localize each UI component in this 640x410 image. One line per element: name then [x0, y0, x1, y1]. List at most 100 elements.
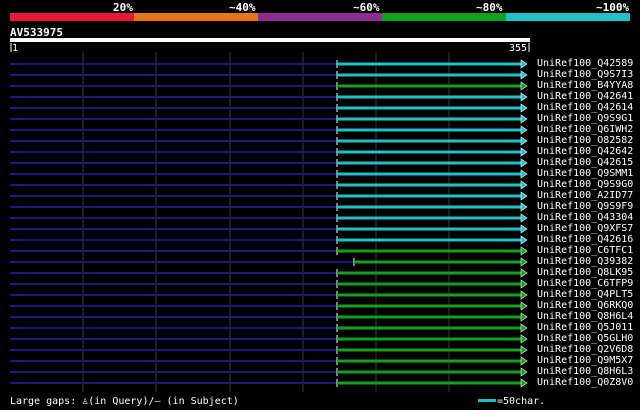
- hit-label[interactable]: UniRef100_Q43304: [537, 212, 633, 223]
- hit-label[interactable]: UniRef100_Q9M5X7: [537, 355, 633, 366]
- hit-arrow: [520, 191, 528, 201]
- hit-arrow: [520, 323, 528, 333]
- hit-label[interactable]: UniRef100_Q6RKQ0: [537, 300, 633, 311]
- hit-arrow: [520, 213, 528, 223]
- hit-arrow: [520, 180, 528, 190]
- hit-bar: [337, 370, 521, 374]
- query-bar: [10, 38, 530, 42]
- legend-swatch-3: [258, 13, 382, 21]
- query-end-tick: 355: [509, 43, 528, 54]
- hit-label[interactable]: UniRef100_Q5J011: [537, 322, 633, 333]
- hit-bar: [337, 128, 521, 132]
- hit-label[interactable]: UniRef100_Q9S9G0: [537, 179, 633, 190]
- legend-swatch-2: [134, 13, 258, 21]
- hit-bar: [337, 161, 521, 165]
- legend-swatch-5: [506, 13, 630, 21]
- hit-arrow: [520, 158, 528, 168]
- hit-arrow: [520, 268, 528, 278]
- hit-label[interactable]: UniRef100_Q0Z8V0: [537, 377, 633, 388]
- hit-bar: [337, 216, 521, 220]
- hit-bar: [337, 315, 521, 319]
- legend-label-80: ~80%: [476, 1, 503, 14]
- hit-bar: [337, 282, 521, 286]
- hit-bar: [354, 260, 521, 264]
- legend-label-60: ~60%: [353, 1, 380, 14]
- hit-bar: [337, 183, 521, 187]
- hit-label[interactable]: UniRef100_Q42589: [537, 58, 633, 69]
- hit-label[interactable]: UniRef100_Q5GLH0: [537, 333, 633, 344]
- hit-arrow: [520, 367, 528, 377]
- scale-text: =50char.: [497, 396, 546, 407]
- hit-arrow: [520, 301, 528, 311]
- hit-label[interactable]: UniRef100_Q8H6L4: [537, 311, 633, 322]
- legend-label-40: ~40%: [229, 1, 256, 14]
- legend-label-100: ~100%: [596, 1, 630, 14]
- hit-arrow: [520, 224, 528, 234]
- hit-bar: [337, 348, 521, 352]
- scale-legend: =50char.: [478, 396, 545, 407]
- hit-arrow: [520, 70, 528, 80]
- hit-arrow: [520, 345, 528, 355]
- hit-bar: [337, 62, 521, 66]
- hit-arrow: [520, 235, 528, 245]
- hit-bar: [337, 172, 521, 176]
- hit-bar: [337, 359, 521, 363]
- hit-label[interactable]: UniRef100_Q9S9F9: [537, 201, 633, 212]
- hit-label[interactable]: UniRef100_Q6IWH2: [537, 124, 633, 135]
- hit-arrow: [520, 136, 528, 146]
- hit-label[interactable]: UniRef100_Q39382: [537, 256, 633, 267]
- hit-label[interactable]: UniRef100_B4YYA8: [537, 80, 633, 91]
- hit-label[interactable]: UniRef100_C6TFP9: [537, 278, 633, 289]
- hit-label[interactable]: UniRef100_C6TFC1: [537, 245, 633, 256]
- hit-arrow: [520, 202, 528, 212]
- hit-bar: [337, 304, 521, 308]
- hit-arrow: [520, 59, 528, 69]
- hit-bar: [337, 205, 521, 209]
- hit-arrow: [520, 257, 528, 267]
- hit-arrow: [520, 92, 528, 102]
- hit-arrow: [520, 114, 528, 124]
- hit-bar: [337, 381, 521, 385]
- hit-arrow: [520, 125, 528, 135]
- hit-label[interactable]: UniRef100_Q42615: [537, 157, 633, 168]
- hit-label[interactable]: UniRef100_Q42642: [537, 146, 633, 157]
- legend-swatch-1: [10, 13, 134, 21]
- hit-label[interactable]: UniRef100_Q8H6L3: [537, 366, 633, 377]
- hit-label[interactable]: UniRef100_Q2V6D8: [537, 344, 633, 355]
- hit-label[interactable]: UniRef100_Q9S9G1: [537, 113, 633, 124]
- hit-bar: [337, 150, 521, 154]
- hit-label[interactable]: UniRef100_Q42614: [537, 102, 633, 113]
- hit-arrow: [520, 312, 528, 322]
- hit-bar: [337, 249, 521, 253]
- hit-bar: [337, 238, 521, 242]
- hit-bar: [337, 139, 521, 143]
- legend-label-20: 20%: [113, 1, 133, 14]
- hit-bar: [337, 73, 521, 77]
- hit-bar: [337, 194, 521, 198]
- hit-label[interactable]: UniRef100_Q42616: [537, 234, 633, 245]
- hit-arrow: [520, 290, 528, 300]
- hit-label[interactable]: UniRef100_Q9S7I3: [537, 69, 633, 80]
- hit-arrow: [520, 81, 528, 91]
- hit-bar: [337, 326, 521, 330]
- hit-label[interactable]: UniRef100_Q8LK95: [537, 267, 633, 278]
- hit-bar: [337, 117, 521, 121]
- gaps-legend: Large gaps: ♙(in Query)/– (in Subject): [10, 396, 239, 407]
- hit-arrow: [520, 378, 528, 388]
- hit-arrow: [520, 246, 528, 256]
- query-start-tick: 1: [12, 43, 19, 54]
- hit-arrow: [520, 279, 528, 289]
- hit-label[interactable]: UniRef100_Q9XFS7: [537, 223, 633, 234]
- hit-bar: [337, 106, 521, 110]
- hit-label[interactable]: UniRef100_Q9SMM1: [537, 168, 633, 179]
- hit-label[interactable]: UniRef100_Q4PLT5: [537, 289, 633, 300]
- hit-label[interactable]: UniRef100_O82582: [537, 135, 633, 146]
- scale-swatch: [478, 398, 496, 402]
- legend-swatch-4: [382, 13, 506, 21]
- hit-arrow: [520, 147, 528, 157]
- hit-label[interactable]: UniRef100_Q42641: [537, 91, 633, 102]
- hit-label[interactable]: UniRef100_A2ID77: [537, 190, 633, 201]
- hit-arrow: [520, 103, 528, 113]
- hit-bar: [337, 95, 521, 99]
- hit-bar: [337, 293, 521, 297]
